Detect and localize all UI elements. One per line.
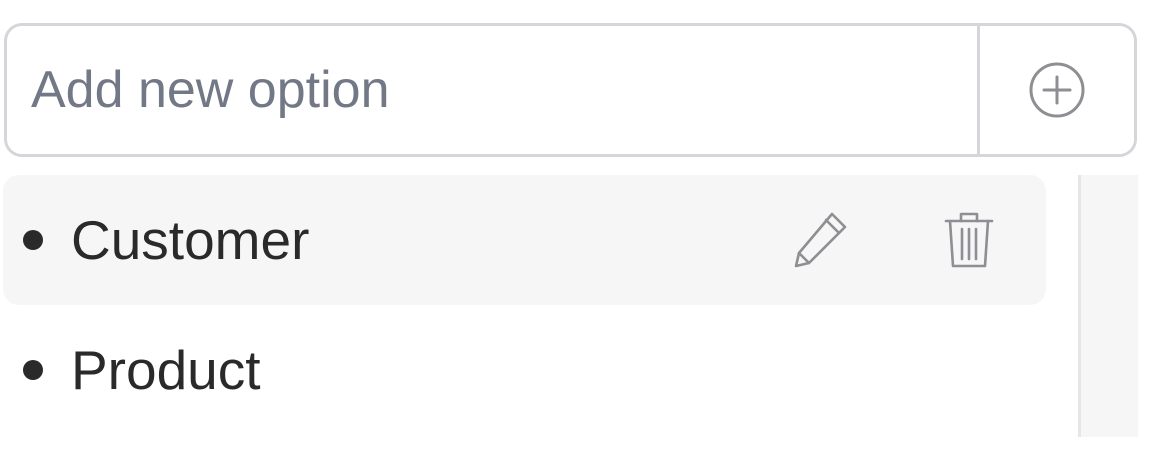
plus-circle-icon	[1029, 62, 1085, 118]
bullet-icon	[23, 360, 43, 380]
option-list: Customer Product	[3, 175, 1046, 435]
trash-icon	[944, 212, 994, 268]
list-item[interactable]: Customer	[3, 175, 1046, 305]
add-option-button[interactable]	[977, 26, 1134, 154]
add-option-row	[4, 23, 1137, 157]
bullet-icon	[23, 230, 43, 250]
list-item[interactable]: Product	[3, 305, 1046, 435]
pencil-icon	[794, 212, 847, 268]
option-editor: Customer	[0, 0, 1154, 464]
edit-option-button[interactable]	[787, 208, 851, 272]
option-label: Customer	[71, 209, 310, 271]
scrollbar[interactable]	[1078, 175, 1138, 437]
option-label: Product	[71, 339, 261, 401]
delete-option-button[interactable]	[937, 208, 1001, 272]
add-option-input[interactable]	[7, 26, 977, 154]
